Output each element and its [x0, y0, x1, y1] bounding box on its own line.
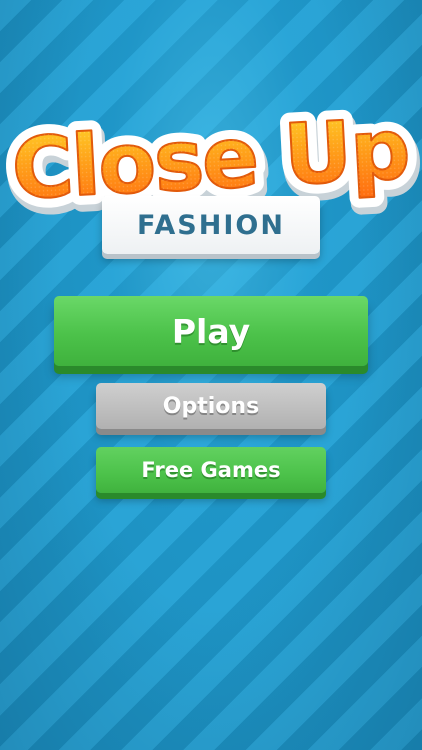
free-games-button-label: Free Games — [141, 458, 281, 482]
logo-subtitle-plate: FASHION — [102, 196, 320, 254]
free-games-button[interactable]: Free Games — [96, 447, 326, 493]
options-button[interactable]: Options — [96, 383, 326, 429]
game-logo: Close Up Close Up Close Up Close Up FASH… — [0, 96, 422, 271]
options-button-label: Options — [162, 393, 260, 419]
play-button[interactable]: Play — [54, 296, 368, 366]
logo-subtitle: FASHION — [137, 209, 285, 241]
game-menu-screen: Close Up Close Up Close Up Close Up FASH… — [0, 0, 422, 750]
play-button-label: Play — [171, 311, 251, 351]
